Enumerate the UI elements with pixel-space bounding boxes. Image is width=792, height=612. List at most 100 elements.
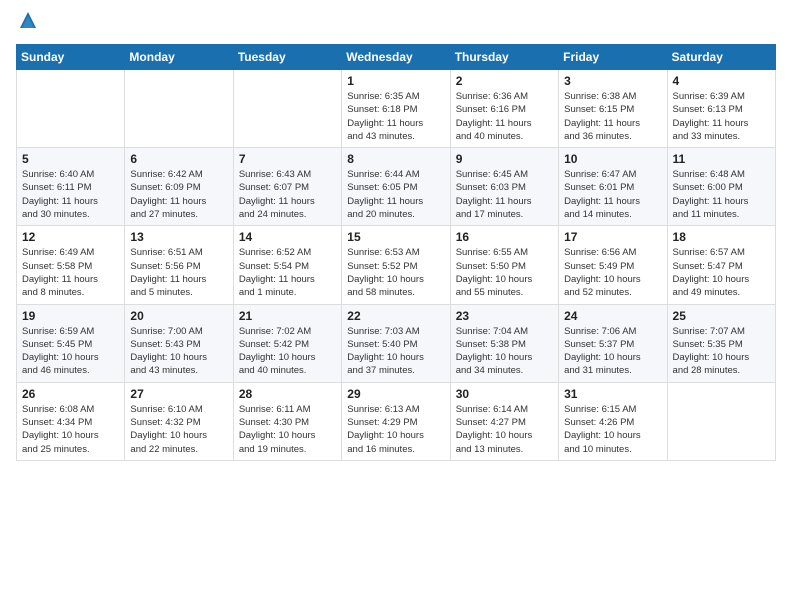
calendar-header-saturday: Saturday — [667, 45, 775, 70]
day-info: Sunrise: 7:00 AM Sunset: 5:43 PM Dayligh… — [130, 325, 227, 378]
day-info: Sunrise: 7:04 AM Sunset: 5:38 PM Dayligh… — [456, 325, 553, 378]
logo-icon — [16, 10, 40, 34]
day-number: 5 — [22, 152, 119, 166]
day-number: 1 — [347, 74, 444, 88]
calendar-cell: 31 Sunrise: 6:15 AM Sunset: 4:26 PM Dayli… — [559, 382, 667, 460]
calendar-cell: 23Sunrise: 7:04 AM Sunset: 5:38 PM Dayli… — [450, 304, 558, 382]
calendar-cell: 2 Sunrise: 6:36 AM Sunset: 6:16 PM Daylig… — [450, 70, 558, 148]
calendar-cell: 7 Sunrise: 6:43 AM Sunset: 6:07 PM Daylig… — [233, 148, 341, 226]
day-info: Sunrise: 6:49 AM Sunset: 5:58 PM Dayligh… — [22, 246, 119, 299]
day-number: 4 — [673, 74, 770, 88]
day-number: 11 — [673, 152, 770, 166]
day-number: 16 — [456, 230, 553, 244]
day-info: Sunrise: 7:02 AM Sunset: 5:42 PM Dayligh… — [239, 325, 336, 378]
day-number: 21 — [239, 309, 336, 323]
day-info: Sunrise: 6:15 AM Sunset: 4:26 PM Dayligh… — [564, 403, 661, 456]
calendar-cell: 21 Sunrise: 7:02 AM Sunset: 5:42 PM Dayli… — [233, 304, 341, 382]
day-info: Sunrise: 6:14 AM Sunset: 4:27 PM Dayligh… — [456, 403, 553, 456]
day-number: 26 — [22, 387, 119, 401]
day-info: Sunrise: 6:47 AM Sunset: 6:01 PM Dayligh… — [564, 168, 661, 221]
day-number: 9 — [456, 152, 553, 166]
header — [16, 10, 776, 34]
day-info: Sunrise: 6:39 AM Sunset: 6:13 PM Dayligh… — [673, 90, 770, 143]
calendar-cell: 10 Sunrise: 6:47 AM Sunset: 6:01 PM Dayli… — [559, 148, 667, 226]
day-number: 8 — [347, 152, 444, 166]
calendar-cell: 27 Sunrise: 6:10 AM Sunset: 4:32 PM Dayli… — [125, 382, 233, 460]
day-number: 7 — [239, 152, 336, 166]
day-info: Sunrise: 6:35 AM Sunset: 6:18 PM Dayligh… — [347, 90, 444, 143]
day-info: Sunrise: 6:43 AM Sunset: 6:07 PM Dayligh… — [239, 168, 336, 221]
calendar-cell: 28Sunrise: 6:11 AM Sunset: 4:30 PM Dayli… — [233, 382, 341, 460]
day-info: Sunrise: 6:53 AM Sunset: 5:52 PM Dayligh… — [347, 246, 444, 299]
calendar-cell: 29 Sunrise: 6:13 AM Sunset: 4:29 PM Dayli… — [342, 382, 450, 460]
day-info: Sunrise: 6:40 AM Sunset: 6:11 PM Dayligh… — [22, 168, 119, 221]
day-info: Sunrise: 6:48 AM Sunset: 6:00 PM Dayligh… — [673, 168, 770, 221]
calendar-header-wednesday: Wednesday — [342, 45, 450, 70]
day-info: Sunrise: 6:57 AM Sunset: 5:47 PM Dayligh… — [673, 246, 770, 299]
day-number: 28 — [239, 387, 336, 401]
day-number: 12 — [22, 230, 119, 244]
day-info: Sunrise: 6:13 AM Sunset: 4:29 PM Dayligh… — [347, 403, 444, 456]
day-info: Sunrise: 6:38 AM Sunset: 6:15 PM Dayligh… — [564, 90, 661, 143]
calendar-cell: 14 Sunrise: 6:52 AM Sunset: 5:54 PM Dayli… — [233, 226, 341, 304]
logo — [16, 10, 44, 34]
calendar-cell: 26 Sunrise: 6:08 AM Sunset: 4:34 PM Dayli… — [17, 382, 125, 460]
day-info: Sunrise: 6:59 AM Sunset: 5:45 PM Dayligh… — [22, 325, 119, 378]
calendar-header-tuesday: Tuesday — [233, 45, 341, 70]
day-info: Sunrise: 6:45 AM Sunset: 6:03 PM Dayligh… — [456, 168, 553, 221]
calendar-cell: 11 Sunrise: 6:48 AM Sunset: 6:00 PM Dayli… — [667, 148, 775, 226]
calendar-header-sunday: Sunday — [17, 45, 125, 70]
calendar-cell: 16 Sunrise: 6:55 AM Sunset: 5:50 PM Dayli… — [450, 226, 558, 304]
day-number: 6 — [130, 152, 227, 166]
day-number: 20 — [130, 309, 227, 323]
calendar-week-1: 1 Sunrise: 6:35 AM Sunset: 6:18 PM Daylig… — [17, 70, 776, 148]
day-info: Sunrise: 7:06 AM Sunset: 5:37 PM Dayligh… — [564, 325, 661, 378]
calendar-cell: 19 Sunrise: 6:59 AM Sunset: 5:45 PM Dayli… — [17, 304, 125, 382]
day-number: 29 — [347, 387, 444, 401]
day-number: 22 — [347, 309, 444, 323]
calendar-cell — [233, 70, 341, 148]
calendar-header-thursday: Thursday — [450, 45, 558, 70]
calendar-cell — [667, 382, 775, 460]
day-number: 24 — [564, 309, 661, 323]
calendar-header-row: SundayMondayTuesdayWednesdayThursdayFrid… — [17, 45, 776, 70]
day-info: Sunrise: 6:36 AM Sunset: 6:16 PM Dayligh… — [456, 90, 553, 143]
calendar-week-2: 5 Sunrise: 6:40 AM Sunset: 6:11 PM Daylig… — [17, 148, 776, 226]
day-info: Sunrise: 6:55 AM Sunset: 5:50 PM Dayligh… — [456, 246, 553, 299]
calendar-header-monday: Monday — [125, 45, 233, 70]
calendar-cell: 5 Sunrise: 6:40 AM Sunset: 6:11 PM Daylig… — [17, 148, 125, 226]
day-info: Sunrise: 6:44 AM Sunset: 6:05 PM Dayligh… — [347, 168, 444, 221]
day-info: Sunrise: 7:07 AM Sunset: 5:35 PM Dayligh… — [673, 325, 770, 378]
day-number: 27 — [130, 387, 227, 401]
day-info: Sunrise: 6:08 AM Sunset: 4:34 PM Dayligh… — [22, 403, 119, 456]
day-number: 25 — [673, 309, 770, 323]
calendar-cell: 20 Sunrise: 7:00 AM Sunset: 5:43 PM Dayli… — [125, 304, 233, 382]
day-number: 18 — [673, 230, 770, 244]
calendar-cell: 17 Sunrise: 6:56 AM Sunset: 5:49 PM Dayli… — [559, 226, 667, 304]
calendar-cell: 15 Sunrise: 6:53 AM Sunset: 5:52 PM Dayli… — [342, 226, 450, 304]
page-container: SundayMondayTuesdayWednesdayThursdayFrid… — [0, 0, 792, 477]
day-info: Sunrise: 7:03 AM Sunset: 5:40 PM Dayligh… — [347, 325, 444, 378]
day-info: Sunrise: 6:52 AM Sunset: 5:54 PM Dayligh… — [239, 246, 336, 299]
calendar-cell: 25 Sunrise: 7:07 AM Sunset: 5:35 PM Dayli… — [667, 304, 775, 382]
day-number: 31 — [564, 387, 661, 401]
calendar-cell: 12 Sunrise: 6:49 AM Sunset: 5:58 PM Dayli… — [17, 226, 125, 304]
calendar-cell: 24 Sunrise: 7:06 AM Sunset: 5:37 PM Dayli… — [559, 304, 667, 382]
calendar-cell: 8 Sunrise: 6:44 AM Sunset: 6:05 PM Daylig… — [342, 148, 450, 226]
day-info: Sunrise: 6:51 AM Sunset: 5:56 PM Dayligh… — [130, 246, 227, 299]
day-number: 2 — [456, 74, 553, 88]
day-info: Sunrise: 6:10 AM Sunset: 4:32 PM Dayligh… — [130, 403, 227, 456]
day-info: Sunrise: 6:42 AM Sunset: 6:09 PM Dayligh… — [130, 168, 227, 221]
day-number: 19 — [22, 309, 119, 323]
day-info: Sunrise: 6:56 AM Sunset: 5:49 PM Dayligh… — [564, 246, 661, 299]
calendar-cell — [17, 70, 125, 148]
day-number: 17 — [564, 230, 661, 244]
calendar-cell: 30 Sunrise: 6:14 AM Sunset: 4:27 PM Dayli… — [450, 382, 558, 460]
calendar-header-friday: Friday — [559, 45, 667, 70]
calendar-week-3: 12 Sunrise: 6:49 AM Sunset: 5:58 PM Dayli… — [17, 226, 776, 304]
day-number: 30 — [456, 387, 553, 401]
day-number: 10 — [564, 152, 661, 166]
day-number: 15 — [347, 230, 444, 244]
day-number: 14 — [239, 230, 336, 244]
calendar-cell: 1 Sunrise: 6:35 AM Sunset: 6:18 PM Daylig… — [342, 70, 450, 148]
